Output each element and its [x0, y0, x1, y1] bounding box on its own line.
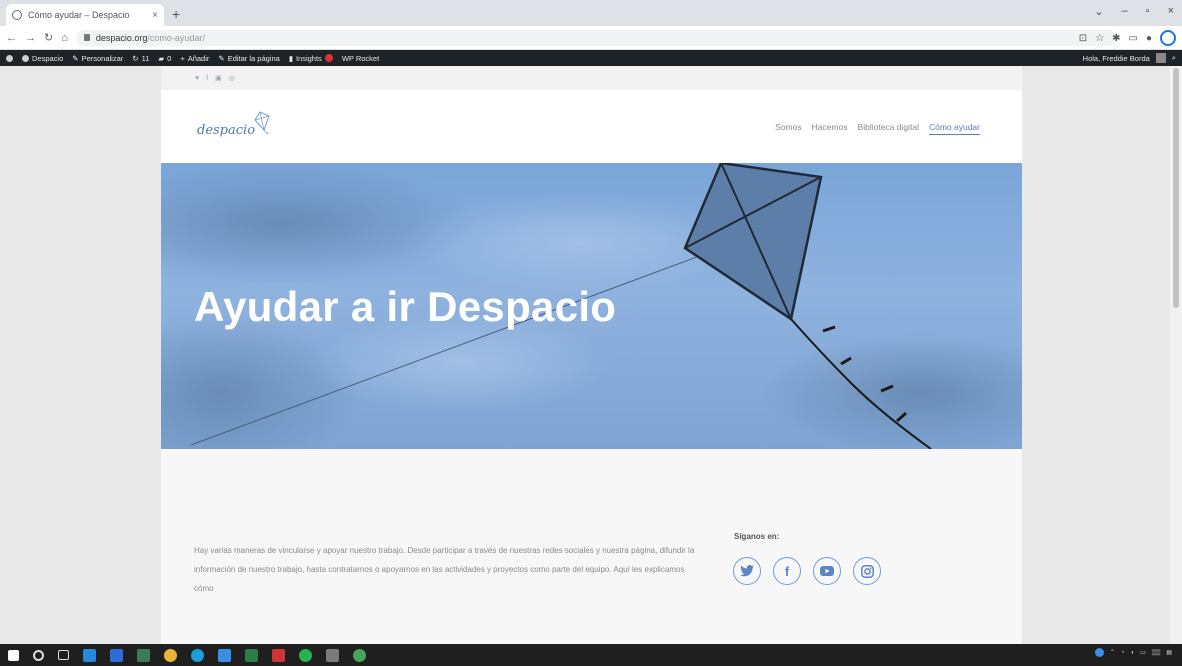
menu-item-hacemos[interactable]: Hacemos	[812, 122, 848, 135]
twitter-icon[interactable]: ♥	[195, 75, 199, 82]
wp-site-link[interactable]: Despacio	[22, 54, 63, 63]
home-icon[interactable]: ⌂	[61, 32, 68, 44]
url-path: /como-ayudar/	[147, 32, 205, 43]
plus-icon: +	[180, 53, 185, 63]
menu-item-biblioteca[interactable]: Biblioteca digital	[858, 122, 919, 135]
hero-banner: Ayudar a ir Despacio	[161, 163, 1022, 449]
hero-title: Ayudar a ir Despacio	[194, 283, 617, 330]
reload-icon[interactable]: ↻	[44, 31, 53, 44]
web-page: ♥ f ▣ ◎ despacio Somos Hacemos Bibliotec…	[161, 66, 1022, 644]
page-scrollbar[interactable]	[1170, 66, 1182, 644]
tab-title: Cómo ayudar – Despacio	[28, 10, 130, 20]
windows-start-icon[interactable]	[8, 649, 19, 661]
mail-icon[interactable]	[272, 648, 285, 662]
comment-icon: ▰	[158, 53, 165, 63]
wp-greeting[interactable]: Hola, Freddie Borda	[1083, 54, 1150, 63]
tab-search-icon[interactable]: ⌄	[1094, 5, 1103, 18]
notifications-icon[interactable]: ▤	[1166, 649, 1172, 656]
todo-icon[interactable]	[218, 648, 231, 662]
browser-tab[interactable]: Cómo ayudar – Despacio ×	[6, 4, 164, 26]
wp-comments-link[interactable]: ▰ 0	[158, 54, 171, 63]
top-social-bar: ♥ f ▣ ◎	[161, 66, 1022, 90]
battery-icon[interactable]: ▭	[1140, 649, 1146, 656]
intro-paragraph: Hay varias maneras de vincularse y apoya…	[194, 546, 695, 593]
profile-avatar[interactable]	[1160, 30, 1176, 46]
spotify-icon[interactable]	[299, 648, 312, 662]
back-icon[interactable]: ←	[6, 32, 17, 44]
wp-insights-link[interactable]: ▮ Insights	[289, 54, 333, 63]
whatsapp-icon[interactable]	[353, 648, 366, 662]
site-header: despacio Somos Hacemos Biblioteca digita…	[161, 90, 1022, 163]
wp-admin-bar: Despacio ✎ Personalizar ↻ 11 ▰ 0 + Añadir ✎ E…	[0, 50, 1182, 66]
wp-rocket-link[interactable]: WP Rocket	[342, 54, 379, 63]
terminal-icon[interactable]	[245, 648, 258, 662]
twitter-icon[interactable]	[733, 557, 761, 585]
page-content: Hay varias maneras de vincularse y apoya…	[161, 449, 1022, 644]
wp-updates-link[interactable]: ↻ 11	[132, 54, 149, 63]
bar-chart-icon: ▮	[288, 53, 293, 63]
edge-icon[interactable]	[191, 648, 204, 662]
minimize-button[interactable]: –	[1122, 5, 1128, 18]
main-menu: Somos Hacemos Biblioteca digital Cómo ay…	[775, 122, 980, 135]
puzzle-icon[interactable]: ✱	[1112, 33, 1120, 44]
lock-icon	[83, 34, 90, 41]
chrome-icon[interactable]	[164, 648, 177, 662]
close-window-button[interactable]: ×	[1168, 5, 1174, 18]
forward-icon[interactable]: →	[25, 32, 36, 44]
volume-icon[interactable]: ◖	[1131, 650, 1135, 656]
instagram-icon[interactable]: ◎	[229, 74, 235, 82]
tab-close-icon[interactable]: ×	[152, 10, 158, 21]
extension-icon[interactable]: ●	[1146, 33, 1152, 44]
file-explorer-icon[interactable]	[326, 648, 339, 662]
updates-icon: ↻	[132, 53, 139, 63]
windows-taskbar: ⌃ ◔ ◖ ▭ ▒▒ ▤	[0, 644, 1182, 666]
wp-edit-page-link[interactable]: ✎ Editar la página	[218, 54, 279, 63]
youtube-icon[interactable]: ▣	[215, 74, 222, 82]
window-controls: ⌄ – ▫ ×	[1094, 5, 1174, 18]
wifi-icon[interactable]: ◔	[1121, 650, 1125, 656]
new-tab-button[interactable]: +	[172, 6, 180, 22]
instagram-icon[interactable]	[853, 557, 881, 585]
youtube-icon[interactable]	[813, 557, 841, 585]
translate-icon[interactable]: ⊡	[1079, 33, 1087, 44]
cast-icon[interactable]: ▭	[1129, 33, 1138, 44]
social-links: f	[733, 557, 881, 585]
site-favicon-icon	[12, 10, 22, 20]
store-icon[interactable]	[83, 648, 96, 662]
facebook-icon[interactable]: f	[773, 557, 801, 585]
user-avatar[interactable]	[1155, 53, 1166, 63]
wp-add-new-link[interactable]: + Añadir	[180, 54, 209, 63]
excel-icon[interactable]	[137, 648, 150, 662]
url-domain: despacio.org	[95, 32, 148, 43]
search-icon[interactable]: ⌕	[1172, 53, 1176, 63]
system-tray: ⌃ ◔ ◖ ▭ ▒▒ ▤	[1094, 648, 1172, 657]
follow-label: Síganos en:	[734, 532, 780, 541]
browser-toolbar: ← → ↻ ⌂ despacio.org /como-ayudar/ ⊡ ☆ ✱…	[0, 26, 1182, 50]
browser-extension-icons: ⊡ ☆ ✱ ▭ ●	[1079, 30, 1176, 46]
brush-icon: ✎	[72, 53, 79, 63]
browser-tab-strip: Cómo ayudar – Despacio × + ⌄ – ▫ ×	[0, 0, 1182, 26]
menu-item-somos[interactable]: Somos	[775, 122, 801, 135]
facebook-icon[interactable]: f	[206, 75, 208, 82]
network-icon[interactable]	[1094, 648, 1104, 657]
wp-customize-link[interactable]: ✎ Personalizar	[72, 54, 123, 63]
outlook-icon[interactable]	[110, 648, 123, 662]
home-icon	[22, 54, 29, 62]
task-view-icon[interactable]	[58, 650, 69, 660]
pencil-icon: ✎	[218, 53, 225, 63]
insights-badge	[324, 54, 333, 62]
chevron-up-icon[interactable]: ⌃	[1110, 649, 1115, 656]
search-icon[interactable]	[33, 649, 44, 661]
star-icon[interactable]: ☆	[1095, 33, 1104, 44]
clock[interactable]: ▒▒	[1152, 650, 1161, 656]
address-bar[interactable]: despacio.org /como-ayudar/	[75, 29, 1116, 46]
menu-item-como-ayudar[interactable]: Cómo ayudar	[928, 122, 980, 135]
scrollbar-thumb[interactable]	[1173, 68, 1179, 308]
wp-logo-icon[interactable]	[6, 54, 13, 62]
maximize-button[interactable]: ▫	[1146, 5, 1150, 18]
logo-kite-icon	[254, 111, 270, 135]
